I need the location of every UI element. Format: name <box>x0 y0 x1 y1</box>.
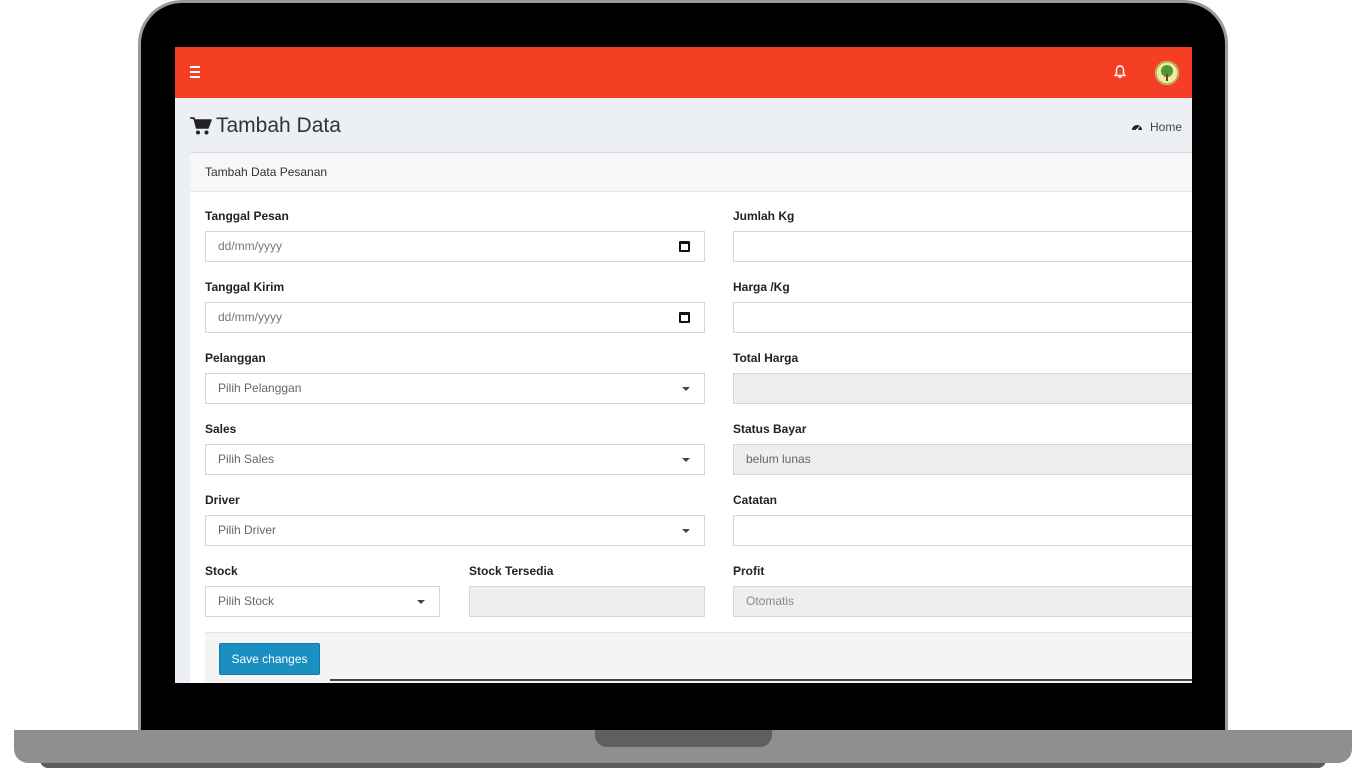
chevron-down-icon <box>682 387 690 391</box>
chevron-down-icon <box>417 600 425 604</box>
catatan-input[interactable] <box>733 515 1192 546</box>
breadcrumb-home-link[interactable]: Home <box>1150 120 1182 134</box>
profit-field: Otomatis <box>733 586 1192 617</box>
tree-logo-icon[interactable] <box>1155 61 1179 85</box>
tanggal-kirim-input[interactable]: dd/mm/yyyy <box>205 302 705 333</box>
app-screen: Tambah Data Home Tambah Data Pesanan Tan… <box>175 47 1192 683</box>
page-header: Tambah Data <box>190 111 341 141</box>
calendar-icon[interactable] <box>679 312 690 323</box>
sales-selected-value: Pilih Sales <box>218 452 275 466</box>
chevron-down-icon <box>682 529 690 533</box>
status-bayar-field: belum lunas <box>733 444 1192 475</box>
tanggal-kirim-label: Tanggal Kirim <box>205 280 285 294</box>
catatan-label: Catatan <box>733 493 778 507</box>
shopping-cart-icon <box>190 117 212 135</box>
laptop-notch <box>595 730 772 747</box>
harga-kg-label: Harga /Kg <box>733 280 790 294</box>
harga-kg-input[interactable] <box>733 302 1192 333</box>
form-footer: Save changes <box>205 632 1192 683</box>
chevron-down-icon <box>682 458 690 462</box>
pelanggan-select[interactable]: Pilih Pelanggan <box>205 373 705 404</box>
stock-select[interactable]: Pilih Stock <box>205 586 440 617</box>
stock-label: Stock <box>205 564 238 578</box>
sales-label: Sales <box>205 422 237 436</box>
driver-label: Driver <box>205 493 240 507</box>
stock-selected-value: Pilih Stock <box>218 594 275 608</box>
form-box: Tambah Data Pesanan Tanggal Pesan dd/mm/… <box>190 152 1192 683</box>
save-changes-button[interactable]: Save changes <box>219 643 320 675</box>
status-bayar-label: Status Bayar <box>733 422 807 436</box>
divider <box>330 679 1192 681</box>
form-box-header: Tambah Data Pesanan <box>190 153 1192 192</box>
pelanggan-label: Pelanggan <box>205 351 266 365</box>
driver-select[interactable]: Pilih Driver <box>205 515 705 546</box>
tanggal-kirim-value: dd/mm/yyyy <box>218 310 283 324</box>
driver-selected-value: Pilih Driver <box>218 523 277 537</box>
tanggal-pesan-label: Tanggal Pesan <box>205 209 289 223</box>
stock-tersedia-field <box>469 586 705 617</box>
bell-icon[interactable] <box>1114 65 1126 79</box>
breadcrumb[interactable]: Home <box>1131 120 1182 134</box>
stock-tersedia-label: Stock Tersedia <box>469 564 554 578</box>
pelanggan-selected-value: Pilih Pelanggan <box>218 381 302 395</box>
sales-select[interactable]: Pilih Sales <box>205 444 705 475</box>
top-navbar <box>175 47 1192 98</box>
calendar-icon[interactable] <box>679 241 690 252</box>
jumlah-kg-input[interactable] <box>733 231 1192 262</box>
hamburger-icon[interactable] <box>190 66 200 78</box>
profit-label: Profit <box>733 564 765 578</box>
page-title: Tambah Data <box>216 114 341 137</box>
total-harga-label: Total Harga <box>733 351 799 365</box>
total-harga-field <box>733 373 1192 404</box>
jumlah-kg-label: Jumlah Kg <box>733 209 795 223</box>
dashboard-icon <box>1131 125 1142 132</box>
tanggal-pesan-input[interactable]: dd/mm/yyyy <box>205 231 705 262</box>
form-title: Tambah Data Pesanan <box>205 165 328 179</box>
tanggal-pesan-value: dd/mm/yyyy <box>218 239 283 253</box>
